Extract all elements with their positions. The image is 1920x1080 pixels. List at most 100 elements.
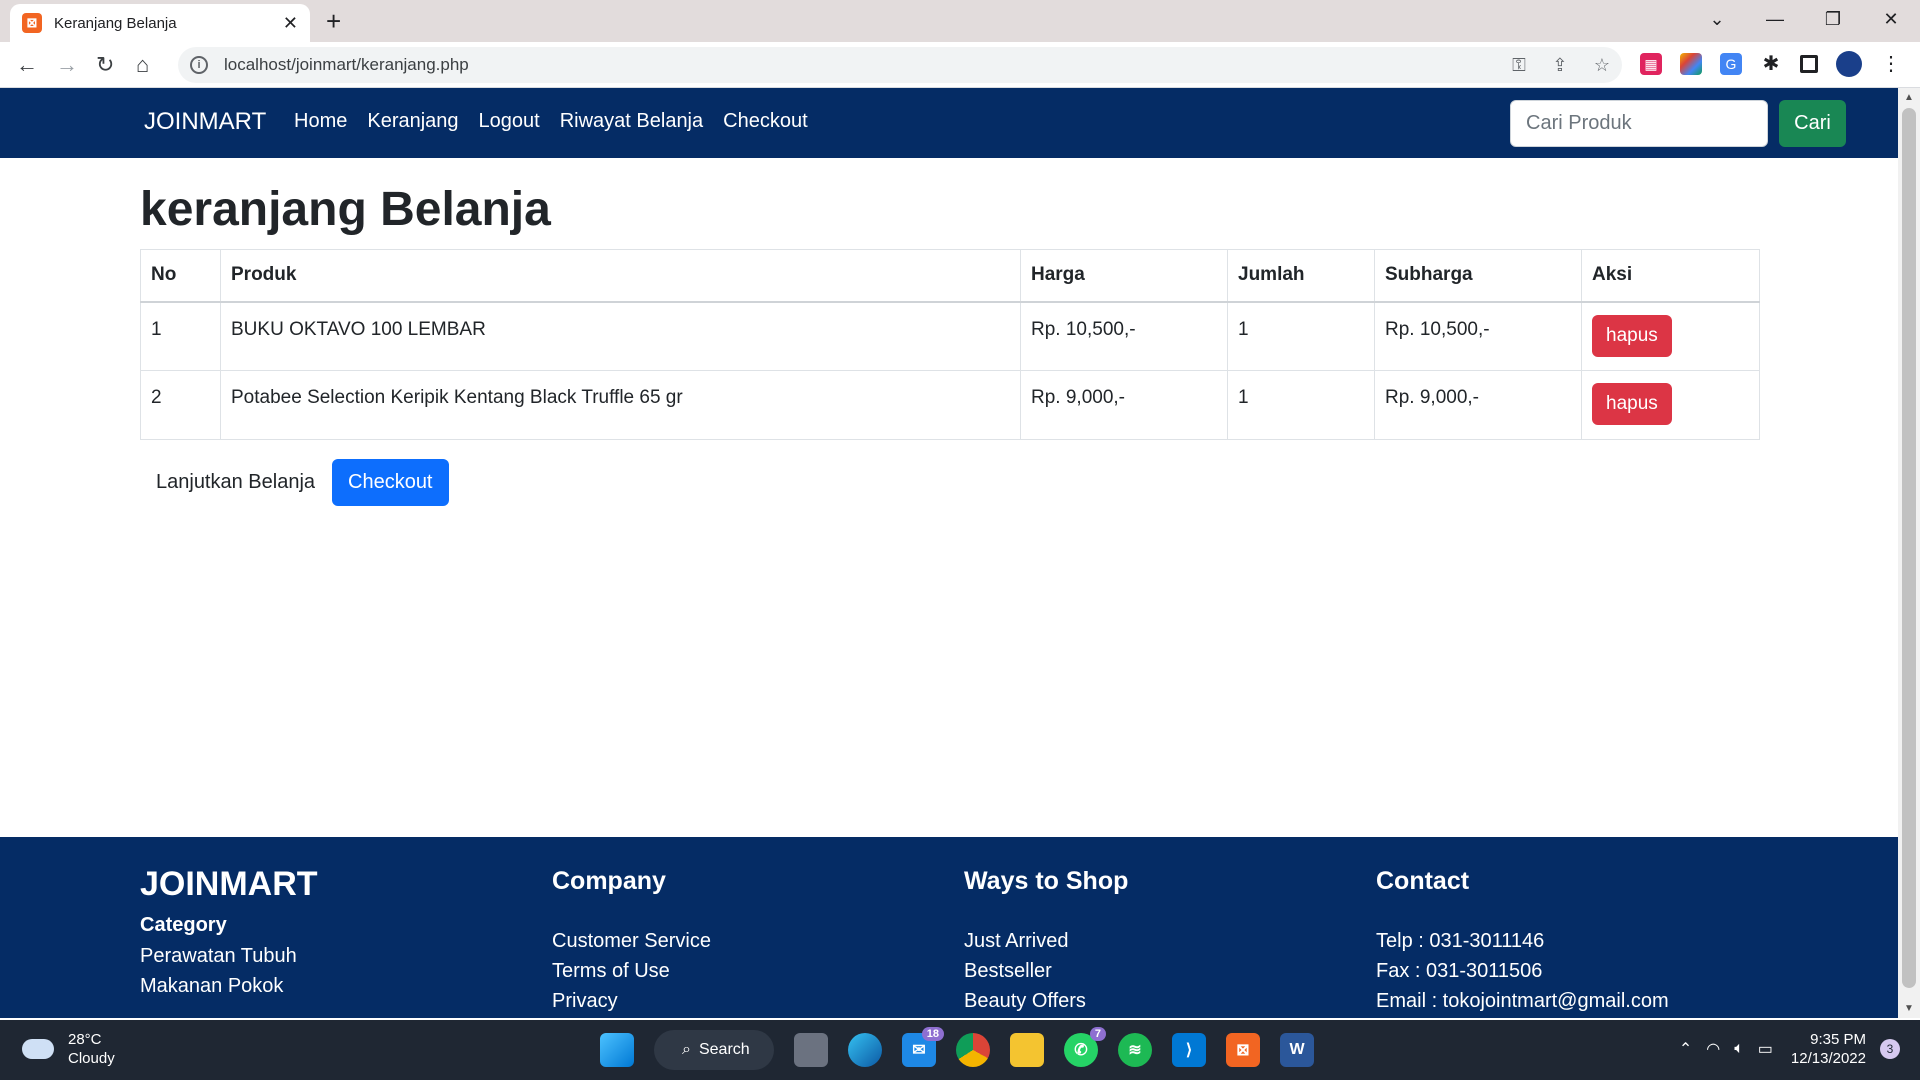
whatsapp-icon[interactable]: ✆ 7 <box>1064 1027 1106 1067</box>
cart-table: No Produk Harga Jumlah Subharga Aksi 1 B… <box>140 249 1760 440</box>
column-header-subharga: Subharga <box>1374 249 1582 303</box>
hapus-button[interactable]: hapus <box>1592 314 1672 357</box>
hapus-button[interactable]: hapus <box>1592 383 1672 425</box>
nav-link-home[interactable]: Home <box>294 110 347 133</box>
scroll-up-icon[interactable]: ▲ <box>1904 92 1914 103</box>
browser-tab[interactable]: ⊠ Keranjang Belanja ✕ <box>10 4 310 42</box>
bookmark-star-icon[interactable]: ☆ <box>1594 55 1610 75</box>
footer-company-column: Company Customer Service Terms of Use Pr… <box>552 867 711 1016</box>
footer-company-item[interactable]: Customer Service <box>552 926 711 956</box>
cell-harga: Rp. 9,000,- <box>1020 370 1228 440</box>
weather-widget[interactable]: 28°C Cloudy <box>22 1030 115 1068</box>
table-header-row: No Produk Harga Jumlah Subharga Aksi <box>140 249 1760 303</box>
navbar-brand[interactable]: JOINMART <box>144 108 266 136</box>
cell-subharga: Rp. 10,500,- <box>1374 301 1582 371</box>
close-tab-icon[interactable]: ✕ <box>283 13 298 34</box>
search-input[interactable] <box>1510 100 1768 147</box>
back-arrow-icon[interactable]: ← <box>16 52 38 78</box>
speaker-muted-icon[interactable]: 🔈︎ <box>1734 1040 1744 1058</box>
vscode-icon[interactable]: ⟩ <box>1172 1033 1206 1067</box>
windows-taskbar: 28°C Cloudy ⌕ Search ✉ 18 ✆ 7 ≋ ⟩ ⊠ W ⌃ ◠ 🔈… <box>0 1020 1920 1080</box>
window-controls: ⌄ — ❐ ✕ <box>1688 0 1920 40</box>
whatsapp-badge: 7 <box>1089 1027 1106 1041</box>
tab-search-icon[interactable]: ⌄ <box>1688 0 1746 40</box>
search-icon: ⌕ <box>682 1041 691 1058</box>
profile-avatar-icon[interactable] <box>1836 51 1862 77</box>
extension-color-icon[interactable] <box>1680 53 1702 75</box>
footer-category-item[interactable]: Makanan Pokok <box>140 971 318 1001</box>
xampp-icon[interactable]: ⊠ <box>1226 1033 1260 1067</box>
scroll-down-icon[interactable]: ▼ <box>1904 1003 1914 1014</box>
footer-company-item[interactable]: Terms of Use <box>552 956 711 986</box>
footer-contact-fax: Fax : 031-3011506 <box>1376 960 1543 982</box>
column-header-aksi: Aksi <box>1581 249 1760 303</box>
file-explorer-icon[interactable] <box>1010 1033 1044 1067</box>
weather-temp: 28°C <box>68 1031 102 1048</box>
nav-link-checkout[interactable]: Checkout <box>723 110 808 133</box>
forward-arrow-icon[interactable]: → <box>56 52 78 78</box>
task-view-icon[interactable] <box>794 1033 828 1067</box>
taskbar-apps: ⌕ Search ✉ 18 ✆ 7 ≋ ⟩ ⊠ W <box>590 1027 1324 1070</box>
footer-company-item[interactable]: Privacy <box>552 986 711 1016</box>
footer-contact-title: Contact <box>1376 867 1470 895</box>
word-icon[interactable]: W <box>1280 1033 1314 1067</box>
site-footer: JOINMART Category Perawatan Tubuh Makana… <box>0 837 1898 1018</box>
share-icon[interactable]: ⇪ <box>1552 55 1567 75</box>
page-scrollbar[interactable]: ▲ ▼ <box>1898 88 1920 1018</box>
nav-link-logout[interactable]: Logout <box>479 110 540 133</box>
extension-red-icon[interactable]: ▦ <box>1640 53 1662 75</box>
footer-category-item[interactable]: Perawatan Tubuh <box>140 941 318 971</box>
battery-icon[interactable]: ▭ <box>1758 1039 1773 1059</box>
footer-contact-phone: Telp : 031-3011146 <box>1376 930 1545 952</box>
clock-time: 9:35 PM <box>1810 1031 1866 1048</box>
chrome-browser-icon[interactable] <box>956 1033 990 1067</box>
nav-links: Home Keranjang Logout Riwayat Belanja Ch… <box>294 110 828 133</box>
page-title: keranjang Belanja <box>140 183 551 236</box>
scrollbar-thumb[interactable] <box>1902 108 1916 988</box>
menu-kebab-icon[interactable]: ⋮ <box>1880 53 1902 75</box>
side-panel-icon[interactable] <box>1800 55 1818 73</box>
chevron-up-icon[interactable]: ⌃ <box>1679 1039 1692 1059</box>
spotify-icon[interactable]: ≋ <box>1118 1033 1152 1067</box>
close-window-button[interactable]: ✕ <box>1862 0 1920 40</box>
footer-contact-email[interactable]: Email : tokojointmart@gmail.com <box>1376 986 1669 1016</box>
cell-jumlah: 1 <box>1227 301 1375 371</box>
minimize-button[interactable]: — <box>1746 0 1804 40</box>
footer-shop-item[interactable]: Bestseller <box>964 956 1128 986</box>
nav-link-riwayat-belanja[interactable]: Riwayat Belanja <box>560 110 703 133</box>
extensions-puzzle-icon[interactable]: ✱ <box>1760 53 1782 75</box>
cell-jumlah: 1 <box>1227 370 1375 440</box>
footer-brand: JOINMART <box>140 865 318 903</box>
url-text[interactable]: localhost/joinmart/keranjang.php <box>224 55 1490 75</box>
continue-shopping-button[interactable]: Lanjutkan Belanja <box>140 459 331 506</box>
footer-company-title: Company <box>552 867 666 895</box>
windows-start-icon[interactable] <box>600 1033 634 1067</box>
taskbar-search-label: Search <box>698 1041 750 1058</box>
edge-browser-icon[interactable] <box>848 1033 882 1067</box>
cell-produk: Potabee Selection Keripik Kentang Black … <box>220 370 1021 440</box>
new-tab-button[interactable]: + <box>326 6 341 37</box>
browser-toolbar: ← → ↻ ⌂ i localhost/joinmart/keranjang.p… <box>0 42 1920 88</box>
checkout-button[interactable]: Checkout <box>332 459 449 506</box>
cell-harga: Rp. 10,500,- <box>1020 301 1228 371</box>
system-tray: ⌃ ◠ 🔈︎ ▭ 9:35 PM 12/13/2022 3 <box>1665 1030 1900 1068</box>
cell-aksi: hapus <box>1581 370 1760 440</box>
clock[interactable]: 9:35 PM 12/13/2022 <box>1791 1030 1866 1068</box>
reload-icon[interactable]: ↻ <box>96 52 114 78</box>
taskbar-search[interactable]: ⌕ Search <box>654 1030 774 1070</box>
mail-icon[interactable]: ✉ 18 <box>902 1027 944 1067</box>
restore-button[interactable]: ❐ <box>1804 0 1862 40</box>
footer-shop-item[interactable]: Just Arrived <box>964 926 1128 956</box>
notification-badge[interactable]: 3 <box>1880 1039 1900 1059</box>
google-translate-icon[interactable]: G <box>1720 53 1742 75</box>
search-button[interactable]: Cari <box>1779 100 1846 147</box>
address-bar[interactable]: i localhost/joinmart/keranjang.php ⚿ ⇪ ☆ <box>178 47 1622 83</box>
key-icon[interactable]: ⚿ <box>1512 55 1526 75</box>
wifi-icon[interactable]: ◠ <box>1706 1039 1720 1059</box>
footer-shop-item[interactable]: Beauty Offers <box>964 986 1128 1016</box>
site-info-icon[interactable]: i <box>190 56 208 74</box>
home-icon[interactable]: ⌂ <box>136 52 149 78</box>
cell-produk: BUKU OKTAVO 100 LEMBAR <box>220 301 1021 371</box>
nav-link-keranjang[interactable]: Keranjang <box>367 110 458 133</box>
extensions-area: ▦ G ✱ ⋮ <box>1622 51 1902 77</box>
